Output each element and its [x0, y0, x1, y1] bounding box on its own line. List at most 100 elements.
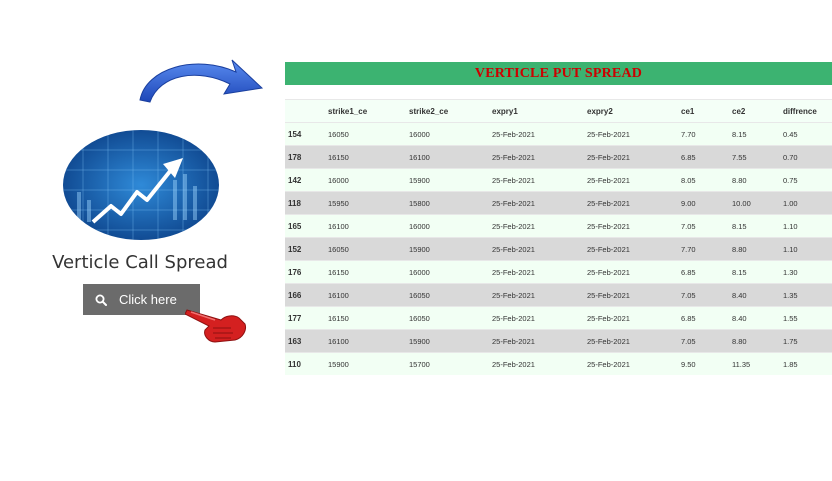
cell-diffrence: 1.85	[780, 352, 832, 375]
cell-ce1: 9.00	[678, 191, 729, 215]
cell-strike1: 16100	[325, 214, 406, 238]
cell-strike2: 16000	[406, 122, 489, 146]
cell-expry2: 25-Feb-2021	[584, 352, 678, 375]
promo-title: Verticle Call Spread	[52, 252, 228, 273]
cell-expry1: 25-Feb-2021	[489, 329, 584, 353]
cell-strike2: 16000	[406, 214, 489, 238]
cell-ce2: 8.40	[729, 283, 780, 307]
cell-ce1: 7.70	[678, 237, 729, 261]
cell-expry1: 25-Feb-2021	[489, 306, 584, 330]
table-row: 177 16150 16050 25-Feb-2021 25-Feb-2021 6.85 8…	[285, 306, 832, 330]
cell-expry1: 25-Feb-2021	[489, 237, 584, 261]
cell-strike2: 15700	[406, 352, 489, 375]
cell-strike2: 15900	[406, 168, 489, 192]
cell-ce2: 8.40	[729, 306, 780, 330]
cell-expry2: 25-Feb-2021	[584, 145, 678, 169]
col-header-index	[285, 99, 325, 123]
cell-expry1: 25-Feb-2021	[489, 283, 584, 307]
cell-ce1: 6.85	[678, 260, 729, 284]
cell-ce1: 6.85	[678, 145, 729, 169]
col-header-diffrence: diffrence	[780, 99, 832, 123]
table-row: 176 16150 16000 25-Feb-2021 25-Feb-2021 6.85 8…	[285, 260, 832, 284]
cell-expry2: 25-Feb-2021	[584, 306, 678, 330]
cell-diffrence: 0.70	[780, 145, 832, 169]
cell-diffrence: 0.45	[780, 122, 832, 146]
cell-ce2: 8.80	[729, 237, 780, 261]
cell-ce1: 9.50	[678, 352, 729, 375]
cell-strike1: 15950	[325, 191, 406, 215]
table-row: 165 16100 16000 25-Feb-2021 25-Feb-2021 7.05 8…	[285, 214, 832, 238]
cell-strike1: 16150	[325, 260, 406, 284]
table-row: 142 16000 15900 25-Feb-2021 25-Feb-2021 8.05 8…	[285, 168, 832, 192]
cell-expry2: 25-Feb-2021	[584, 283, 678, 307]
table-header-row: strike1_ce strike2_ce expry1 expry2 ce1 …	[285, 99, 832, 123]
cell-strike1: 16050	[325, 122, 406, 146]
cell-diffrence: 0.75	[780, 168, 832, 192]
cell-expry2: 25-Feb-2021	[584, 329, 678, 353]
cell-ce2: 8.80	[729, 168, 780, 192]
cell-strike2: 15900	[406, 237, 489, 261]
col-header-expry1: expry1	[489, 99, 584, 123]
cell-index: 154	[285, 122, 325, 146]
cell-index: 110	[285, 352, 325, 375]
col-header-ce2: ce2	[729, 99, 780, 123]
cell-strike2: 16100	[406, 145, 489, 169]
cell-ce2: 8.15	[729, 260, 780, 284]
cell-index: 177	[285, 306, 325, 330]
cell-diffrence: 1.10	[780, 214, 832, 238]
cell-strike2: 16050	[406, 283, 489, 307]
cell-ce2: 8.80	[729, 329, 780, 353]
cell-strike1: 16150	[325, 145, 406, 169]
cell-expry2: 25-Feb-2021	[584, 168, 678, 192]
table-row: 118 15950 15800 25-Feb-2021 25-Feb-2021 9.00 1…	[285, 191, 832, 215]
col-header-ce1: ce1	[678, 99, 729, 123]
cell-index: 163	[285, 329, 325, 353]
cell-strike2: 16050	[406, 306, 489, 330]
cell-ce2: 10.00	[729, 191, 780, 215]
cell-index: 142	[285, 168, 325, 192]
click-here-button[interactable]: Click here	[83, 284, 200, 315]
cell-expry1: 25-Feb-2021	[489, 145, 584, 169]
cell-expry1: 25-Feb-2021	[489, 122, 584, 146]
chart-logo-icon	[63, 130, 219, 240]
cell-diffrence: 1.30	[780, 260, 832, 284]
cell-expry2: 25-Feb-2021	[584, 214, 678, 238]
cell-expry1: 25-Feb-2021	[489, 260, 584, 284]
table-row: 154 16050 16000 25-Feb-2021 25-Feb-2021 7.70 8…	[285, 122, 832, 146]
cell-ce1: 7.05	[678, 214, 729, 238]
cell-expry2: 25-Feb-2021	[584, 191, 678, 215]
table-row: 152 16050 15900 25-Feb-2021 25-Feb-2021 7.70 8…	[285, 237, 832, 261]
click-here-label: Click here	[119, 292, 177, 307]
pointing-hand-icon	[185, 309, 246, 343]
search-icon	[83, 294, 119, 306]
table-row: 163 16100 15900 25-Feb-2021 25-Feb-2021 7.05 8…	[285, 329, 832, 353]
cell-ce1: 7.70	[678, 122, 729, 146]
cell-strike1: 16100	[325, 283, 406, 307]
cell-diffrence: 1.00	[780, 191, 832, 215]
cell-ce2: 8.15	[729, 214, 780, 238]
cell-ce2: 8.15	[729, 122, 780, 146]
cell-strike2: 15800	[406, 191, 489, 215]
cell-strike1: 16100	[325, 329, 406, 353]
cell-diffrence: 1.75	[780, 329, 832, 353]
col-header-expry2: expry2	[584, 99, 678, 123]
cell-expry1: 25-Feb-2021	[489, 352, 584, 375]
cell-strike1: 16000	[325, 168, 406, 192]
cell-ce2: 7.55	[729, 145, 780, 169]
cell-diffrence: 1.10	[780, 237, 832, 261]
table-title: VERTICLE PUT SPREAD	[285, 62, 832, 85]
cell-index: 166	[285, 283, 325, 307]
cell-ce2: 11.35	[729, 352, 780, 375]
cell-diffrence: 1.55	[780, 306, 832, 330]
cell-strike2: 16000	[406, 260, 489, 284]
cell-ce1: 6.85	[678, 306, 729, 330]
cell-expry2: 25-Feb-2021	[584, 237, 678, 261]
cell-index: 152	[285, 237, 325, 261]
spread-table: strike1_ce strike2_ce expry1 expry2 ce1 …	[285, 99, 832, 375]
cell-diffrence: 1.35	[780, 283, 832, 307]
table-row: 178 16150 16100 25-Feb-2021 25-Feb-2021 6.85 7…	[285, 145, 832, 169]
cell-expry1: 25-Feb-2021	[489, 168, 584, 192]
cell-ce1: 7.05	[678, 329, 729, 353]
cell-expry2: 25-Feb-2021	[584, 260, 678, 284]
cell-ce1: 7.05	[678, 283, 729, 307]
